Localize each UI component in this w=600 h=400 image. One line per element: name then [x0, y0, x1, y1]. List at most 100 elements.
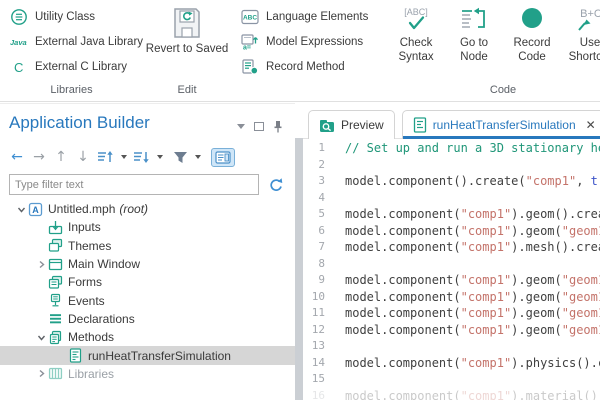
code-line: 14model.component("comp1").physics().c: [303, 355, 600, 372]
tree-item-suffix: (root): [119, 202, 148, 216]
tree-item-label: Inputs: [68, 220, 101, 234]
language-elements-button[interactable]: ABC Language Elements: [241, 6, 377, 27]
c-icon: C: [10, 59, 28, 75]
themes-icon: [48, 238, 63, 253]
code-text: model.component().create("comp1", tru: [345, 173, 600, 190]
panel-title: Application Builder: [9, 113, 150, 133]
back-arrow-icon[interactable]: ←: [9, 149, 25, 165]
check-syntax-icon: [ABC]: [396, 6, 436, 34]
panel-menu-chevron-down-icon[interactable]: [237, 124, 245, 129]
tree-item-label: Main Window: [68, 257, 140, 271]
tree-item-main-window[interactable]: Main Window: [0, 255, 295, 273]
show-all-toggle-button[interactable]: [211, 148, 235, 167]
code-line: 10model.component("comp1").geom("geom1: [303, 289, 600, 306]
code-line: 11model.component("comp1").geom("geom1: [303, 305, 600, 322]
editor-tab-bar: Preview runHeatTransferSimulation ✕: [303, 103, 600, 139]
check-syntax-button[interactable]: [ABC] Check Syntax: [391, 6, 441, 101]
inputs-icon: [48, 220, 63, 235]
code-line: 1// Set up and run a 3D stationary he: [303, 140, 600, 157]
method-icon: [68, 348, 83, 363]
tree-item-inputs[interactable]: Inputs: [0, 218, 295, 236]
use-shortcut-icon: B+C: [570, 6, 600, 34]
model-expressions-button[interactable]: a= Model Expressions: [241, 31, 377, 52]
code-text: model.component("comp1").geom("geom1: [345, 289, 600, 306]
filter-funnel-icon[interactable]: [173, 150, 188, 164]
filter-caret[interactable]: [195, 155, 201, 159]
main-window-icon: [48, 257, 63, 272]
utility-class-button[interactable]: Utility Class: [10, 6, 143, 27]
tree-item-label: Untitled.mph: [48, 202, 115, 216]
vertical-splitter[interactable]: [295, 138, 303, 400]
go-to-node-label: Go to Node: [449, 37, 499, 64]
tree-item-forms[interactable]: Forms: [0, 273, 295, 291]
chevron-right-icon[interactable]: [34, 369, 48, 378]
tab-run-heat-transfer-simulation[interactable]: runHeatTransferSimulation ✕: [402, 110, 600, 139]
code-line: 12model.component("comp1").geom("geom1: [303, 322, 600, 339]
utility-class-icon: [10, 8, 28, 26]
svg-text:[ABC]: [ABC]: [404, 7, 428, 17]
line-number: 9: [303, 272, 325, 289]
external-java-library-button[interactable]: Java External Java Library: [10, 31, 143, 52]
tree-item-methods[interactable]: Methods: [0, 328, 295, 346]
code-text: model.component("comp1").geom("geom1: [345, 223, 600, 240]
record-method-button[interactable]: Record Method: [241, 56, 377, 77]
tree-item-label: Libraries: [68, 367, 114, 381]
sort-ascending-icon[interactable]: [97, 150, 114, 164]
tree-item-label: Methods: [68, 330, 114, 344]
filter-input[interactable]: [9, 174, 259, 195]
revert-to-saved-icon: [170, 6, 204, 40]
preview-icon: [319, 118, 335, 133]
tree-toolbar: ← → ↑ ↓: [9, 146, 235, 168]
pin-icon[interactable]: [273, 120, 283, 133]
float-window-icon[interactable]: [254, 122, 264, 131]
chevron-down-icon[interactable]: [14, 205, 28, 214]
model-expressions-label: Model Expressions: [266, 36, 363, 48]
line-number: 8: [303, 256, 325, 273]
use-shortcut-label: Use Shortcut: [565, 37, 600, 64]
edit-group-label: Edit: [145, 84, 229, 96]
line-number: 5: [303, 206, 325, 223]
close-tab-icon[interactable]: ✕: [586, 118, 596, 132]
move-down-icon[interactable]: ↓: [75, 149, 91, 165]
record-method-label: Record Method: [266, 61, 345, 73]
refresh-icon[interactable]: [268, 177, 284, 193]
tab-preview[interactable]: Preview: [308, 110, 395, 139]
method-doc-icon: [413, 117, 427, 133]
external-c-library-label: External C Library: [35, 61, 127, 73]
code-text: model.component("comp1").geom("geom1: [345, 272, 600, 289]
tree-item-untitled-mph[interactable]: A Untitled.mph (root): [0, 200, 295, 218]
code-line: 6model.component("comp1").geom("geom1: [303, 223, 600, 240]
libraries-icon: [48, 366, 63, 381]
sort-ascending-caret[interactable]: [121, 155, 127, 159]
tree-item-label: runHeatTransferSimulation: [88, 349, 231, 363]
forward-arrow-icon[interactable]: →: [31, 149, 47, 165]
tab-preview-label: Preview: [341, 118, 384, 132]
code-group-small-buttons: ABC Language Elements a= Model Expressio…: [241, 6, 377, 101]
language-elements-icon: ABC: [241, 9, 259, 25]
tree-item-libraries[interactable]: Libraries: [0, 365, 295, 383]
chevron-down-icon[interactable]: [34, 333, 48, 342]
svg-text:A: A: [32, 205, 39, 215]
sort-descending-caret[interactable]: [157, 155, 163, 159]
tree-item-events[interactable]: Events: [0, 291, 295, 309]
model-expressions-icon: a=: [241, 34, 259, 50]
use-shortcut-button[interactable]: B+C Use Shortcut: [565, 6, 600, 101]
code-line: 5model.component("comp1").geom().crea: [303, 206, 600, 223]
tree-item-runheattransfersimulation[interactable]: runHeatTransferSimulation: [0, 346, 295, 364]
java-icon: Java: [10, 36, 28, 48]
ribbon: Utility Class Java External Java Library…: [0, 0, 600, 102]
move-up-icon[interactable]: ↑: [53, 149, 69, 165]
tree-item-declarations[interactable]: Declarations: [0, 310, 295, 328]
application-builder-panel: Application Builder ← → ↑ ↓: [0, 103, 295, 400]
code-area[interactable]: 1// Set up and run a 3D stationary he23m…: [303, 140, 600, 400]
tree-item-themes[interactable]: Themes: [0, 237, 295, 255]
chevron-right-icon[interactable]: [34, 260, 48, 269]
svg-text:ABC: ABC: [243, 14, 257, 21]
revert-to-saved-button[interactable]: Revert to Saved: [145, 6, 229, 57]
svg-text:a=: a=: [243, 44, 251, 50]
line-number: 16: [303, 388, 325, 400]
code-line: 4: [303, 190, 600, 207]
sort-descending-icon[interactable]: [133, 150, 150, 164]
code-text: model.component("comp1").material().: [345, 388, 600, 400]
external-c-library-button[interactable]: C External C Library: [10, 56, 143, 77]
